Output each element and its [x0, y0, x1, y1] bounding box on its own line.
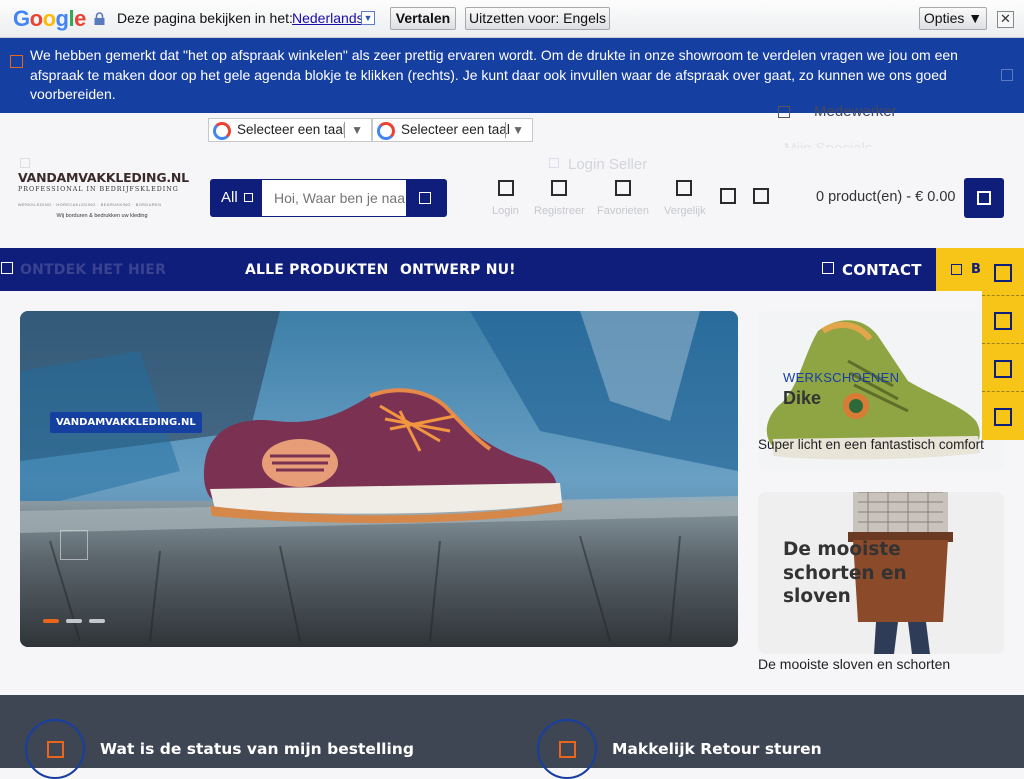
- cart-button[interactable]: [964, 178, 1004, 218]
- medewerker-link[interactable]: Medewerker: [814, 103, 897, 120]
- register-icon[interactable]: [551, 180, 567, 196]
- hero-banner[interactable]: [20, 311, 738, 647]
- side-quick-menu: [982, 248, 1024, 441]
- hero-shoe-image: [20, 311, 738, 647]
- search-category-select[interactable]: All: [210, 179, 262, 217]
- google-g-icon: [213, 122, 231, 140]
- language-dropdown-icon[interactable]: ▼: [361, 11, 375, 25]
- menu-icon[interactable]: [1, 262, 13, 274]
- search-input[interactable]: [262, 179, 407, 217]
- side-item[interactable]: [982, 296, 1024, 344]
- return-icon: [559, 741, 576, 758]
- language-link[interactable]: Nederlands: [292, 10, 364, 26]
- chat-icon: [994, 408, 1012, 426]
- promo1-category[interactable]: WERKSCHOENEN: [783, 370, 899, 385]
- heart-icon[interactable]: [615, 180, 631, 196]
- slider-dot[interactable]: [66, 619, 82, 623]
- feature-return[interactable]: Makkelijk Retour sturen: [612, 740, 822, 758]
- hero-badge: VANDAMVAKKLEDING.NL: [50, 412, 202, 433]
- register-label[interactable]: Registreer: [534, 205, 585, 217]
- login-seller-icon: [549, 158, 559, 168]
- translate-bar: Google Deze pagina bekijken in het: Nede…: [0, 0, 1024, 38]
- turn-off-button[interactable]: Uitzetten voor: Engels: [465, 7, 610, 30]
- search-button[interactable]: [407, 179, 447, 217]
- return-icon-circle: [537, 719, 597, 779]
- header-extra-icon[interactable]: [753, 188, 769, 204]
- nav-contact[interactable]: CONTACT: [842, 261, 922, 279]
- mail-icon: [994, 360, 1012, 378]
- calendar-icon: [994, 264, 1012, 282]
- nav-ontdek[interactable]: ONTDEK HET HIER: [20, 262, 166, 278]
- chevron-down-icon: ▼: [512, 123, 524, 137]
- close-icon[interactable]: ✕: [997, 11, 1014, 28]
- login-seller-link[interactable]: Login Seller: [568, 156, 647, 173]
- compare-label[interactable]: Vergelijk: [664, 205, 706, 217]
- login-label[interactable]: Login: [492, 205, 519, 217]
- google-logo: Google: [13, 6, 86, 31]
- promo1-description: Super licht en een fantastisch comfort: [758, 437, 984, 452]
- nav-alle-produkten[interactable]: ALLE PRODUKTEN: [245, 262, 389, 278]
- options-button[interactable]: Opties ▼: [919, 7, 987, 30]
- promo1-title[interactable]: Dike: [783, 388, 821, 409]
- site-logo[interactable]: VANDAMVAKKLEDING.NL PROFESSIONAL IN BEDR…: [18, 170, 189, 225]
- status-icon-circle: [25, 719, 85, 779]
- translate-button[interactable]: Vertalen: [390, 7, 456, 30]
- header-ghost-icon: [20, 158, 30, 168]
- user-icon[interactable]: [498, 180, 514, 196]
- hero-prev-icon[interactable]: [60, 530, 88, 560]
- cart-icon: [977, 191, 991, 205]
- notice-text: We hebben gemerkt dat "het op afspraak w…: [30, 47, 958, 102]
- chevron-down-icon: ▼: [351, 123, 363, 137]
- order-status-icon: [47, 741, 64, 758]
- promo2-title[interactable]: De mooiste schorten en sloven: [783, 538, 913, 609]
- notice-banner: We hebben gemerkt dat "het op afspraak w…: [0, 38, 1024, 113]
- side-item-agenda[interactable]: [982, 248, 1024, 296]
- promo2-description: De mooiste sloven en schorten: [758, 656, 951, 672]
- slider-dot-active[interactable]: [43, 619, 59, 623]
- favorites-label[interactable]: Favorieten: [597, 205, 649, 217]
- language-select[interactable]: Selecteer een taal ▼: [372, 118, 533, 142]
- nav-ontwerp[interactable]: ONTWERP NU!: [400, 262, 516, 278]
- lock-icon: [94, 12, 105, 25]
- notice-close-icon[interactable]: [1001, 69, 1013, 81]
- notice-checkbox-icon: [10, 55, 23, 68]
- search-bar: All: [210, 179, 447, 217]
- medewerker-icon: [778, 106, 790, 118]
- compare-icon[interactable]: [676, 180, 692, 196]
- language-select[interactable]: Selecteer een taal ▼: [208, 118, 372, 142]
- slider-dot[interactable]: [89, 619, 105, 623]
- contact-icon: [822, 262, 834, 274]
- feature-order-status[interactable]: Wat is de status van mijn bestelling: [100, 740, 414, 758]
- cta-icon: [951, 264, 962, 275]
- google-g-icon: [377, 122, 395, 140]
- side-item[interactable]: [982, 344, 1024, 392]
- chevron-down-icon: [244, 193, 253, 202]
- search-icon: [419, 192, 431, 204]
- side-item[interactable]: [982, 392, 1024, 440]
- phone-icon: [994, 312, 1012, 330]
- cart-summary[interactable]: 0 product(en) - € 0.00: [816, 189, 955, 205]
- translate-prompt: Deze pagina bekijken in het:: [117, 10, 293, 26]
- header-extra-icon[interactable]: [720, 188, 736, 204]
